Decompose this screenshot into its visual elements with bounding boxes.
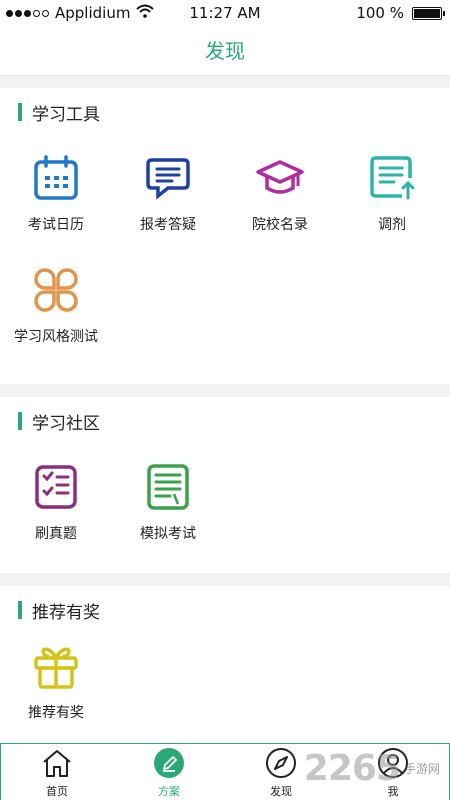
status-bar: Applidium 11:27 AM 100 % (0, 0, 450, 28)
tool-referral[interactable]: 推荐有奖 (0, 616, 112, 728)
battery-icon (412, 6, 445, 20)
tab-label: 发现 (270, 785, 292, 798)
tool-label: 学习风格测试 (14, 329, 98, 345)
home-icon (41, 747, 73, 779)
tab-plan[interactable]: 方案 (113, 744, 225, 800)
section-accent-bar (18, 412, 22, 430)
section-accent-bar (18, 103, 22, 121)
tool-label: 推荐有奖 (28, 705, 84, 721)
section-referral-reward: 推荐有奖 推荐有奖 (0, 586, 450, 743)
tool-practice-questions[interactable]: 刷真题 (0, 437, 112, 549)
page-title: 发现 (205, 39, 245, 63)
tool-label: 报考答疑 (140, 217, 196, 233)
tool-grid: 考试日历 报考答疑 院校名录 调剂 学习风格测试 (0, 128, 450, 352)
chat-icon (144, 154, 192, 202)
gift-icon (32, 642, 80, 690)
exam-paper-icon (144, 463, 192, 511)
tool-exam-calendar[interactable]: 考试日历 (0, 128, 112, 240)
tool-label: 考试日历 (28, 217, 84, 233)
referral-grid: 推荐有奖 (0, 616, 450, 728)
section-title: 学习社区 (32, 413, 100, 434)
tool-exam-qa[interactable]: 报考答疑 (112, 128, 224, 240)
section-title: 学习工具 (32, 104, 100, 125)
section-study-tools: 学习工具 考试日历 报考答疑 院校名录 调剂 学习风格测试 (0, 88, 450, 384)
clover-icon (32, 266, 80, 314)
nav-bar: 发现 (0, 28, 450, 76)
edit-icon (153, 747, 185, 779)
checklist-icon (32, 463, 80, 511)
section-study-community: 学习社区 刷真题 模拟考试 (0, 397, 450, 573)
community-grid: 刷真题 模拟考试 (0, 437, 450, 549)
graduation-cap-icon (256, 154, 304, 202)
tool-transfer[interactable]: 调剂 (336, 128, 448, 240)
watermark-number: 2265 (303, 748, 401, 789)
battery-info: 100 % (356, 4, 445, 22)
tool-label: 刷真题 (35, 526, 77, 542)
tool-label: 调剂 (378, 217, 406, 233)
compass-icon (265, 747, 297, 779)
watermark-text: 手游网 (403, 762, 440, 776)
tab-home[interactable]: 首页 (1, 744, 113, 800)
calendar-icon (32, 154, 80, 202)
battery-percent: 100 % (356, 4, 404, 22)
tab-label: 方案 (158, 785, 180, 798)
tool-school-directory[interactable]: 院校名录 (224, 128, 336, 240)
tool-label: 院校名录 (252, 217, 308, 233)
document-arrow-icon (368, 154, 416, 202)
tool-label: 模拟考试 (140, 526, 196, 542)
tool-learning-style-test[interactable]: 学习风格测试 (0, 240, 112, 352)
watermark-logo: 2265 手游网 (304, 748, 440, 789)
tool-mock-exam[interactable]: 模拟考试 (112, 437, 224, 549)
tab-label: 首页 (46, 785, 68, 798)
